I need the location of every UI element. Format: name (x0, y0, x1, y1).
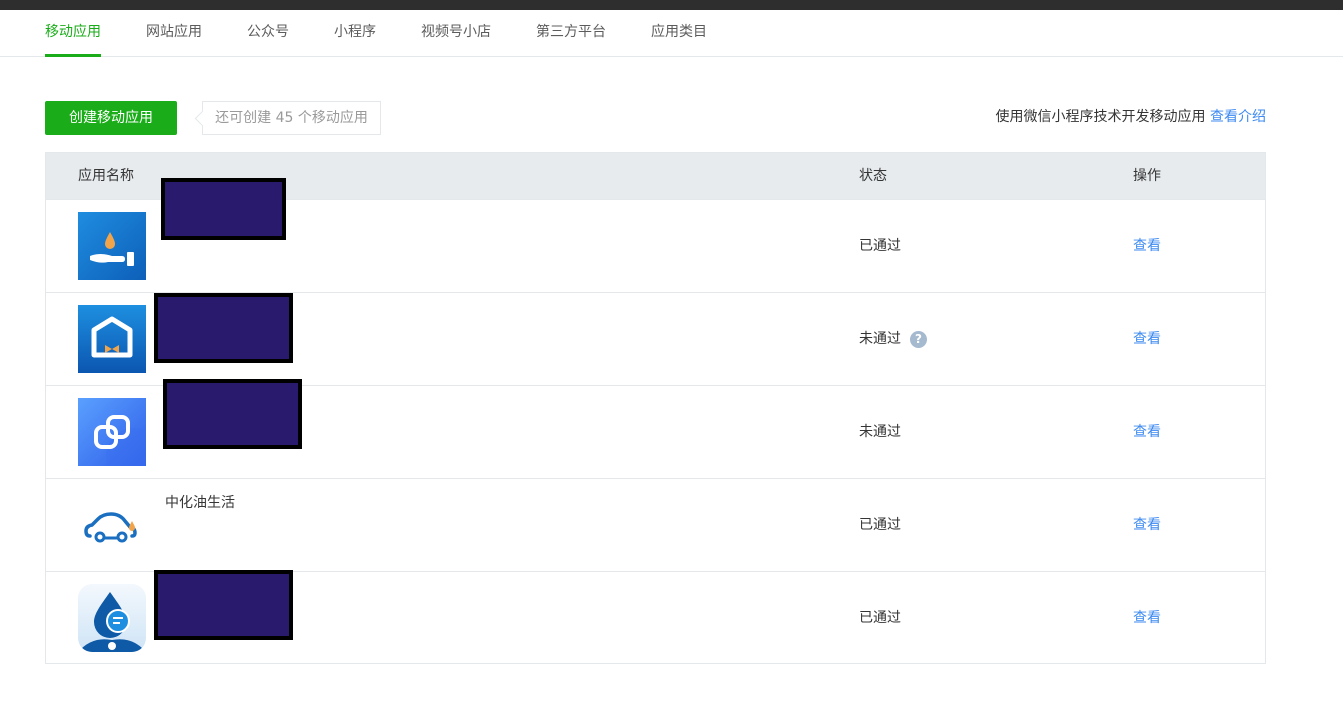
tab-mini-programs[interactable]: 小程序 (334, 22, 376, 42)
redaction-box (161, 178, 286, 240)
table-row: 中化油生活 已通过 查看 (46, 478, 1265, 571)
create-mobile-app-button[interactable]: 创建移动应用 (45, 101, 177, 135)
tab-third-party-platform[interactable]: 第三方平台 (536, 22, 606, 42)
redaction-box (154, 570, 293, 640)
view-button[interactable]: 查看 (1133, 608, 1161, 628)
view-button[interactable]: 查看 (1133, 236, 1161, 256)
status-text: 已通过 (859, 517, 901, 533)
view-button[interactable]: 查看 (1133, 422, 1161, 442)
view-intro-link[interactable]: 查看介绍 (1210, 109, 1266, 125)
view-button[interactable]: 查看 (1133, 515, 1161, 535)
redaction-box (154, 293, 293, 363)
app-type-tabs: 移动应用 网站应用 公众号 小程序 视频号小店 第三方平台 应用类目 (0, 10, 1343, 57)
mini-program-intro: 使用微信小程序技术开发移动应用 查看介绍 (996, 106, 1266, 128)
tab-official-accounts[interactable]: 公众号 (247, 22, 289, 42)
status-cell: 未通过 ? (859, 329, 927, 349)
house-bowtie-icon (78, 305, 146, 373)
status-text: 已通过 (859, 238, 901, 254)
drop-chat-icon (78, 584, 146, 652)
tab-channels-store[interactable]: 视频号小店 (421, 22, 491, 42)
status-text: 已通过 (859, 610, 901, 626)
hand-water-drop-icon (78, 212, 146, 280)
column-header-name: 应用名称 (78, 168, 134, 184)
view-button[interactable]: 查看 (1133, 329, 1161, 349)
column-header-status: 状态 (859, 168, 887, 184)
tab-app-categories[interactable]: 应用类目 (651, 22, 707, 42)
active-tab-indicator (45, 54, 101, 57)
overlap-squares-icon (78, 398, 146, 466)
tab-mobile-apps[interactable]: 移动应用 (45, 22, 101, 42)
top-strip (0, 0, 1343, 10)
app-name[interactable]: 中化油生活 (165, 493, 235, 513)
intro-text: 使用微信小程序技术开发移动应用 (995, 109, 1206, 125)
column-header-action: 操作 (1133, 168, 1161, 184)
status-text: 未通过 (859, 424, 901, 440)
status-cell: 已通过 (859, 608, 901, 628)
question-mark-icon[interactable]: ? (910, 330, 927, 348)
status-text: 未通过 (859, 331, 901, 347)
redaction-box (163, 379, 302, 449)
car-drop-icon (78, 491, 146, 559)
status-cell: 已通过 (859, 515, 901, 535)
status-cell: 未通过 (859, 422, 901, 442)
remaining-quota-tip: 还可创建 45 个移动应用 (202, 101, 381, 135)
tab-website-apps[interactable]: 网站应用 (146, 22, 202, 42)
status-cell: 已通过 (859, 236, 901, 256)
